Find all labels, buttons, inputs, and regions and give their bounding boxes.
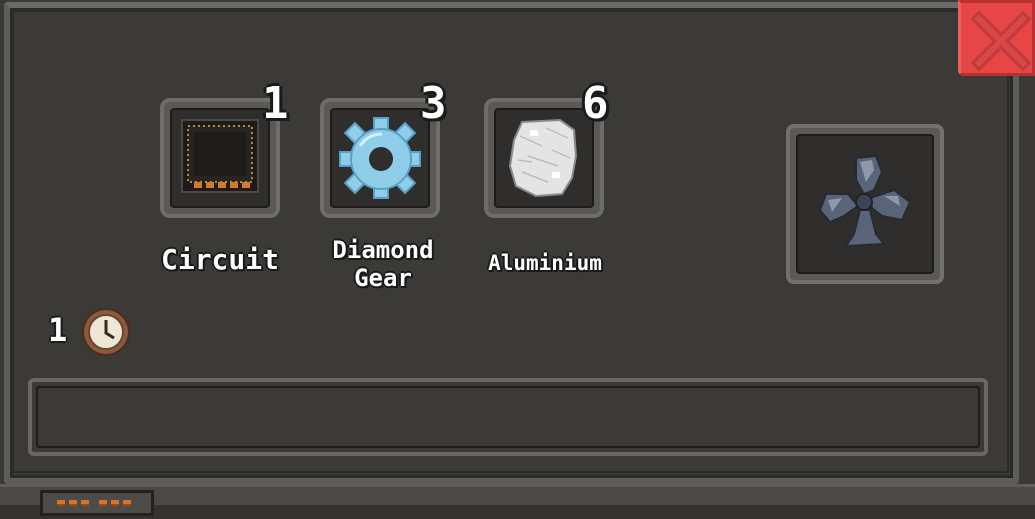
handle-light — [81, 500, 89, 506]
circuit-chip-icon — [181, 119, 259, 193]
ingredient-count-aluminium: 6 — [582, 78, 609, 129]
close-button[interactable] — [958, 0, 1035, 76]
clock-icon — [82, 308, 130, 356]
panel-drag-handle[interactable] — [40, 490, 154, 516]
output-slot[interactable] — [786, 124, 944, 284]
handle-light — [69, 500, 77, 506]
gear-icon — [339, 117, 421, 199]
bottom-strip-shadow — [0, 505, 1035, 519]
ingredient-count-diamond-gear: 3 — [420, 78, 447, 129]
ingredient-label-circuit: Circuit — [160, 243, 279, 276]
craft-time-value: 1 — [48, 311, 68, 349]
ingredient-count-circuit: 1 — [262, 78, 289, 129]
handle-light — [123, 500, 131, 506]
handle-light — [99, 500, 107, 506]
crafting-panel: 1 Circuit 3 Diamond Gear 6 Aluminium 1 — [0, 0, 1035, 519]
handle-light — [111, 500, 119, 506]
panel-right-edge — [1019, 70, 1035, 484]
craft-progress-bar — [28, 378, 988, 456]
close-x-icon — [970, 10, 1032, 72]
panel-bottom-strip — [0, 484, 1035, 519]
aluminium-ore-icon — [508, 118, 578, 198]
fan-icon — [818, 154, 912, 248]
ingredient-label-diamond-gear: Diamond Gear — [332, 236, 434, 292]
ingredient-label-aluminium: Aluminium — [488, 251, 602, 275]
handle-light — [57, 500, 65, 506]
